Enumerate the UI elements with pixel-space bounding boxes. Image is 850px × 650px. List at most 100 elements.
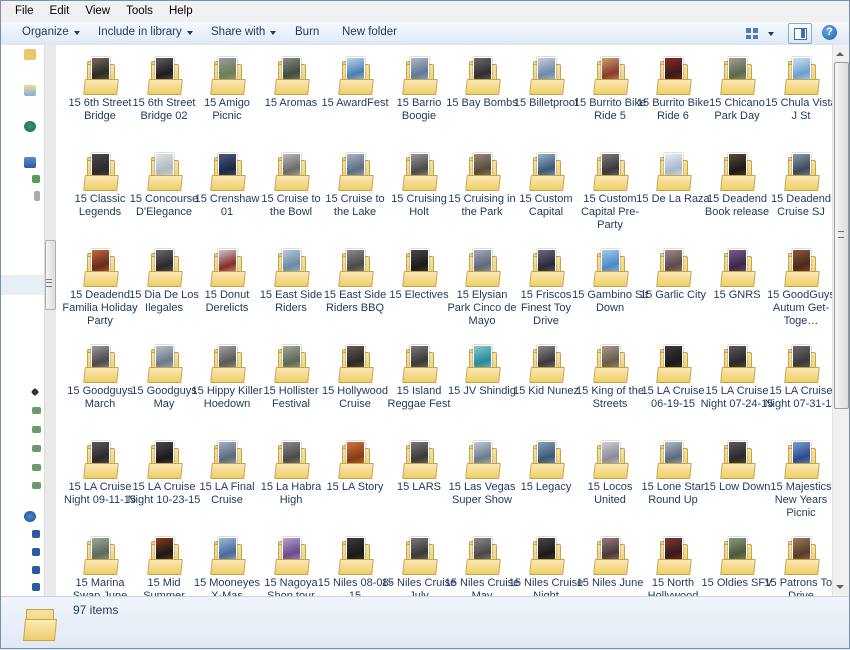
folder-item[interactable]: 15 North Hollywood [641,529,705,596]
folder-item[interactable]: 15 Dia De Los Ilegales [129,241,199,331]
folder-item[interactable]: 15 Patrons Toy Drive [764,529,832,596]
folder-item[interactable]: 15 Oldies SFV [702,529,772,596]
preview-pane-button[interactable] [788,23,812,44]
folder-item[interactable]: 15 Low Down [704,433,770,523]
change-view-button[interactable] [746,26,776,41]
menu-edit[interactable]: Edit [42,5,78,17]
folder-item[interactable]: 15 JV Shindig [448,337,516,427]
scroll-down-arrow-icon[interactable] [836,585,844,589]
folder-item[interactable]: 15 LARS [387,433,451,523]
homegroup-icon[interactable] [24,121,36,132]
folder-item[interactable]: 15 Bay Bombs [446,49,518,139]
network-icon[interactable] [24,511,36,522]
menu-help[interactable]: Help [161,5,201,17]
folder-item[interactable]: 15 Mooneyes X-Mas [194,529,260,596]
network-drive-icon[interactable] [32,482,41,489]
folder-item[interactable]: 15 Cruise to the Lake [323,145,387,235]
network-drive-icon[interactable] [32,445,41,452]
folder-item[interactable]: 15 Burrito Bike Ride 5 [574,49,646,139]
folder-item[interactable]: 15 LA Final Cruise [195,433,259,523]
folder-item[interactable]: 15 Hollister Festival [259,337,323,427]
libraries-icon[interactable] [24,85,36,96]
folder-item[interactable]: 15 6th Street Bridge 02 [132,49,196,139]
folder-item[interactable]: 15 LA Cruise Night 07-31-15 [765,337,832,427]
folder-item[interactable]: 15 Majestics New Years Picnic [769,433,832,523]
folder-item[interactable]: 15 Garlic City [640,241,706,331]
folder-item[interactable]: 15 Hollywood Cruise [322,337,388,427]
folder-item[interactable]: 15 Billetproof [514,49,578,139]
computer-icon[interactable] [32,566,40,574]
folder-item[interactable]: 15 Niles Cruise July [382,529,456,596]
folder-item[interactable]: 15 GNRS [705,241,769,331]
share-with-button[interactable]: Share with [211,26,277,38]
folder-item[interactable]: 15 LA Cruise Night 07-24-15 [701,337,773,427]
include-in-library-button[interactable]: Include in library [98,26,193,38]
folder-item[interactable]: 15 Chula Vista J St [765,49,832,139]
folder-item[interactable]: 15 Crenshaw 01 [195,145,259,235]
folder-item[interactable]: 15 LA Story [323,433,387,523]
folder-item[interactable]: 15 Kid Nunez [513,337,579,427]
folder-item[interactable]: 15 GoodGuys Autum Get-Toge… [767,241,832,331]
folder-item[interactable]: 15 Concourse D'Elegance [130,145,198,235]
expand-arrow-icon[interactable] [30,387,40,397]
computer-icon[interactable] [32,548,40,556]
folder-item[interactable]: 15 AwardFest [321,49,389,139]
folder-item[interactable]: 15 De La Raza [636,145,710,235]
file-list[interactable]: 15 6th Street Bridge 15 6th Street Bridge… [56,45,832,596]
folder-item[interactable]: 15 East Side Riders BBQ [323,241,387,331]
menu-file[interactable]: File [0,5,42,17]
nav-scrollbar-track[interactable] [44,45,56,596]
folder-item[interactable]: 15 King of the Streets [576,337,644,427]
new-folder-button[interactable]: New folder [342,26,397,38]
menu-tools[interactable]: Tools [118,5,161,17]
folder-item[interactable]: 15 Cruising Holt [387,145,451,235]
folder-item[interactable]: 15 Marina Swap June [68,529,132,596]
folder-item[interactable]: 15 Electives [387,241,451,331]
folder-item[interactable]: 15 Niles Cruise May [445,529,519,596]
computer-icon[interactable] [32,530,40,538]
folder-item[interactable]: 15 Lone Star Round Up [641,433,705,523]
folder-item[interactable]: 15 Cruise to the Bowl [259,145,323,235]
help-button[interactable]: ? [822,25,837,40]
folder-item[interactable]: 15 Burrito Bike Ride 6 [637,49,709,139]
favorites-folder-icon[interactable] [24,49,36,60]
folder-item[interactable]: 15 LA Cruise 06-19-15 [641,337,705,427]
folder-item[interactable]: 15 La Habra High [259,433,323,523]
folder-item[interactable]: 15 Cruising in the Park [448,145,516,235]
folder-item[interactable]: 15 Goodguys March [67,337,133,427]
network-drive-icon[interactable] [32,426,41,433]
nav-scrollbar-thumb[interactable] [45,240,56,310]
folder-item[interactable]: 15 Gambino Sit Down [572,241,648,331]
drive-icon[interactable] [32,175,40,183]
folder-item[interactable]: 15 Deadend Cruise SJ [769,145,832,235]
network-drive-icon[interactable] [32,407,41,414]
folder-item[interactable]: 15 Niles 08-08-15 [318,529,392,596]
burn-button[interactable]: Burn [295,26,319,38]
folder-item[interactable]: 15 Aromas [259,49,323,139]
folder-item[interactable]: 15 Custom Capital Pre-Party [578,145,642,235]
computer-icon[interactable] [32,583,40,591]
folder-item[interactable]: 15 Legacy [514,433,578,523]
folder-item[interactable]: 15 Deadend Familia Holiday Party [62,241,138,331]
drive-icon[interactable] [34,191,40,201]
folder-item[interactable]: 15 Friscos Finest Toy Drive [514,241,578,331]
folder-item[interactable]: 15 Locos United [578,433,642,523]
folder-item[interactable]: 15 Nagoya Shop tour [259,529,323,596]
folder-item[interactable]: 15 Mid Summer Breeze [132,529,196,596]
folder-item[interactable]: 15 Custom Capital [514,145,578,235]
folder-item[interactable]: 15 Hippy Killer Hoedown [192,337,262,427]
folder-item[interactable]: 15 Chicano Park Day [705,49,769,139]
folder-item[interactable]: 15 LA Cruise Night 09-11-15 [64,433,136,523]
folder-item[interactable]: 15 Island Reggae Fest [387,337,451,427]
folder-item[interactable]: 15 LA Cruise Night 10-23-15 [128,433,200,523]
scroll-up-arrow-icon[interactable] [836,52,844,56]
folder-item[interactable]: 15 Niles Cruise Night [509,529,583,596]
folder-item[interactable]: 15 Donut Derelicts [195,241,259,331]
folder-item[interactable]: 15 Amigo Picnic [195,49,259,139]
folder-item[interactable]: 15 East Side Riders [259,241,323,331]
folder-item[interactable]: 15 Classic Legends [68,145,132,235]
folder-item[interactable]: 15 Goodguys May [131,337,197,427]
menu-view[interactable]: View [77,5,118,17]
folder-item[interactable]: 15 Barrio Boogie [387,49,451,139]
folder-item[interactable]: 15 Deadend Book release [705,145,769,235]
